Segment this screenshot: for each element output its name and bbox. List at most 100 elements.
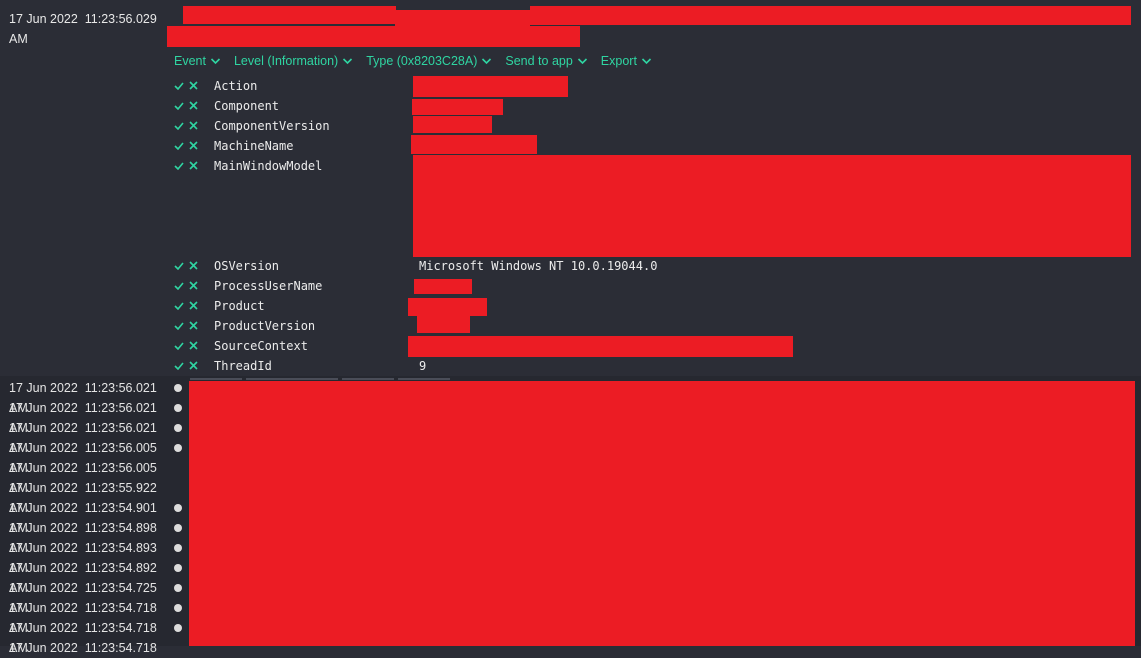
x-icon[interactable] (189, 141, 198, 150)
event-row[interactable]: 17 Jun 2022 11:23:54.718 AM (0, 638, 185, 658)
event-row-time: 11:23:56.021 (84, 421, 157, 435)
event-row[interactable]: 17 Jun 2022 11:23:54.892 AM (0, 558, 185, 578)
menu-event[interactable]: Event (174, 53, 221, 69)
menu-level-information[interactable]: Level (Information) (234, 53, 353, 69)
redacted-value (408, 336, 793, 357)
property-row: ProcessUserName (174, 276, 1134, 296)
event-row[interactable]: 17 Jun 2022 11:23:54.725 AM (0, 578, 185, 598)
event-row-time: 11:23:56.021 (84, 381, 157, 395)
event-row[interactable]: 17 Jun 2022 11:23:56.021 (0, 378, 185, 398)
event-row-timestamp: 17 Jun 2022 11:23:54.718 AM (9, 621, 157, 635)
event-row-date: 17 Jun 2022 (9, 381, 78, 395)
property-name: OSVersion (214, 259, 280, 273)
dot-icon (174, 584, 182, 592)
property-row: ComponentVersion (174, 116, 1134, 136)
dot-icon (174, 624, 182, 632)
overlapping-ampm: AM (9, 601, 28, 615)
event-row-timestamp: 17 Jun 2022 11:23:54.725 AM (9, 581, 157, 595)
event-row[interactable]: 17 Jun 2022 11:23:56.021 AM (0, 398, 185, 418)
event-row-time: 11:23:56.005 (84, 461, 157, 475)
property-row: Product (174, 296, 1134, 316)
event-row-time: 11:23:54.718 (84, 601, 157, 615)
event-row[interactable]: 17 Jun 2022 11:23:56.005 AM (0, 458, 185, 478)
event-row[interactable]: 17 Jun 2022 11:23:54.898 AM (0, 518, 185, 538)
x-icon[interactable] (189, 321, 198, 330)
property-row: OSVersion Microsoft Windows NT 10.0.19044… (174, 256, 1134, 276)
x-icon[interactable] (189, 361, 198, 370)
event-timestamp[interactable]: 17 Jun 2022 11:23:56.029 AM (9, 9, 157, 49)
event-row[interactable]: 17 Jun 2022 11:23:54.718 AM (0, 618, 185, 638)
scroll-segment (190, 378, 242, 380)
check-icon[interactable] (174, 82, 184, 90)
overlapping-ampm: AM (9, 521, 28, 535)
event-time: 11:23:56.029 (84, 12, 157, 26)
property-value: 9 (419, 359, 427, 373)
event-row-time: 11:23:55.922 (84, 481, 157, 495)
property-name: Action (214, 79, 258, 93)
check-icon[interactable] (174, 322, 184, 330)
redacted-message (395, 10, 530, 26)
chevron-down-icon (577, 58, 587, 65)
dot-icon (174, 564, 182, 572)
event-row[interactable]: 17 Jun 2022 11:23:54.718 AM (0, 598, 185, 618)
overlapping-ampm: AM (9, 641, 28, 655)
check-icon[interactable] (174, 282, 184, 290)
event-row-time: 11:23:54.725 (84, 581, 157, 595)
check-icon[interactable] (174, 362, 184, 370)
event-row-timestamp: 17 Jun 2022 11:23:55.922 AM (9, 481, 157, 495)
x-icon[interactable] (189, 121, 198, 130)
check-icon[interactable] (174, 102, 184, 110)
menu-label: Type (0x8203C28A) (366, 54, 478, 68)
event-row-time: 11:23:54.892 (84, 561, 157, 575)
event-row-timestamp: 17 Jun 2022 11:23:54.898 AM (9, 521, 157, 535)
scroll-segment (342, 378, 394, 380)
check-icon[interactable] (174, 142, 184, 150)
menu-label: Export (600, 54, 637, 68)
check-icon[interactable] (174, 162, 184, 170)
menu-type-0x8203c28a[interactable]: Type (0x8203C28A) (366, 53, 492, 69)
redacted-value (411, 135, 537, 154)
x-icon[interactable] (189, 81, 198, 90)
property-name: Product (214, 299, 265, 313)
event-row-timestamp: 17 Jun 2022 11:23:54.893 AM (9, 541, 157, 555)
redacted-value (413, 76, 568, 97)
x-icon[interactable] (189, 301, 198, 310)
x-icon[interactable] (189, 341, 198, 350)
chevron-down-icon (482, 58, 492, 65)
event-toolbar: Event Level (Information) Type (0x8203C28A… (174, 53, 665, 69)
check-icon[interactable] (174, 122, 184, 130)
event-row-timestamp: 17 Jun 2022 11:23:56.021 AM (9, 421, 157, 435)
menu-send-to-app[interactable]: Send to app (505, 53, 587, 69)
property-row: Component (174, 96, 1134, 116)
event-row[interactable]: 17 Jun 2022 11:23:56.005 AM (0, 438, 185, 458)
check-icon[interactable] (174, 342, 184, 350)
scroll-segment (398, 378, 450, 380)
event-row-time: 11:23:56.005 (84, 441, 157, 455)
x-icon[interactable] (189, 161, 198, 170)
overlapping-ampm: AM (9, 501, 28, 515)
event-row[interactable]: 17 Jun 2022 11:23:54.901 AM (0, 498, 185, 518)
x-icon[interactable] (189, 261, 198, 270)
overlapping-ampm: AM (9, 441, 28, 455)
property-name: MachineName (214, 139, 294, 153)
event-row-time: 11:23:54.718 (84, 641, 157, 655)
property-name: ProcessUserName (214, 279, 323, 293)
overlapping-ampm: AM (9, 461, 28, 475)
event-row[interactable]: 17 Jun 2022 11:23:54.893 AM (0, 538, 185, 558)
event-row-time: 11:23:54.901 (84, 501, 157, 515)
event-row-timestamp: 17 Jun 2022 11:23:54.718 AM (9, 641, 157, 655)
x-icon[interactable] (189, 101, 198, 110)
menu-label: Level (Information) (233, 54, 339, 68)
event-row-timestamp: 17 Jun 2022 11:23:56.021 (9, 381, 157, 395)
property-row: ProductVersion (174, 316, 1134, 336)
event-row[interactable]: 17 Jun 2022 11:23:56.021 AM (0, 418, 185, 438)
check-icon[interactable] (174, 262, 184, 270)
dot-icon (174, 544, 182, 552)
event-row[interactable]: 17 Jun 2022 11:23:55.922 AM (0, 478, 185, 498)
x-icon[interactable] (189, 281, 198, 290)
dot-icon (174, 424, 182, 432)
check-icon[interactable] (174, 302, 184, 310)
redacted-value (414, 279, 472, 294)
menu-export[interactable]: Export (601, 53, 652, 69)
dot-icon (174, 384, 182, 392)
